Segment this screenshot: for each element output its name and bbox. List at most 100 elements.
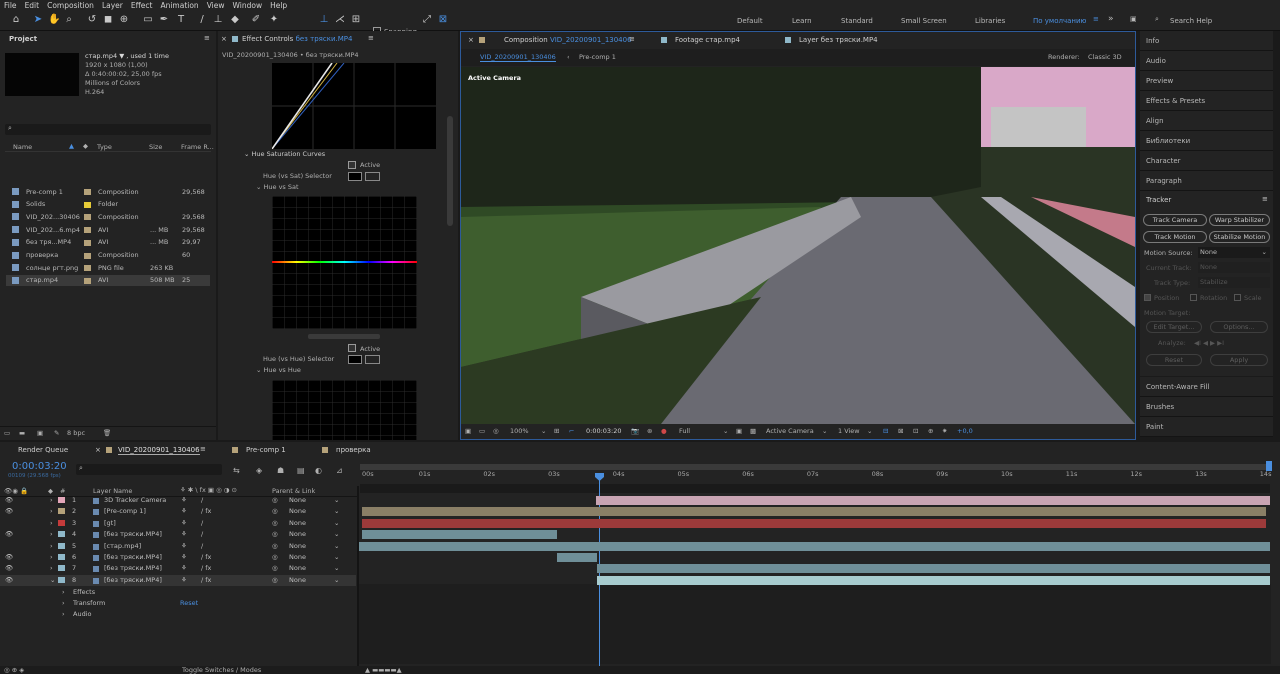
shy-switch-icon[interactable]: ⚘ [181,553,187,561]
bottom-panel-1[interactable]: Brushes [1140,397,1273,417]
rectangle-tool-icon[interactable]: ▭ [142,14,154,26]
fx-switch-icon[interactable]: / fx [201,553,211,561]
transparency-icon[interactable]: ▩ [750,427,756,435]
mask-icon[interactable]: ⌐ [569,427,574,435]
parent-select[interactable]: None [289,507,306,515]
parent-select[interactable]: None [289,576,306,584]
expand-arrow-icon[interactable]: › [50,507,53,515]
pickwhip-icon[interactable]: ◎ [272,530,278,538]
parent-select[interactable]: None [289,519,306,527]
tracker-menu-icon[interactable]: ≡ [1262,195,1268,203]
project-settings-icon[interactable]: ✎ [54,429,59,437]
layer-duration-bar[interactable] [596,496,1270,505]
hue-vs-hue-graph[interactable] [272,380,417,440]
timeline-nav[interactable] [360,484,1270,493]
selection-tool-icon[interactable]: ➤ [32,14,44,26]
shy-switch-icon[interactable]: ⚘ [181,530,187,538]
fx-switch-icon[interactable]: / fx [201,507,211,515]
zoom-out-icon[interactable]: ▲ ▬▬▬▬▲ [365,666,402,674]
label-swatch[interactable] [58,531,65,538]
fx-switch-icon[interactable]: / [201,530,203,538]
layer-duration-bar[interactable] [359,541,1270,551]
project-menu-icon[interactable]: ≡ [204,34,210,42]
show-snapshot-icon[interactable]: ⊛ [647,427,652,435]
layer-duration-bar[interactable] [597,575,1270,585]
panel-3[interactable]: Effects & Presets [1140,91,1273,111]
eraser-tool-icon[interactable]: ◆ [229,14,241,26]
view-axis-icon[interactable]: ⊞ [350,14,362,26]
eyedropper-icon[interactable] [365,172,380,181]
bottom-panel-2[interactable]: Paint [1140,417,1273,437]
tracker-title[interactable]: Tracker [1146,196,1171,204]
layer-name[interactable]: 3D Tracker Camera [104,496,166,504]
home-icon[interactable]: ⌂ [10,14,22,26]
workspace-learn[interactable]: Learn [792,17,812,25]
layer-name[interactable]: [без тряски.MP4] [104,530,162,538]
project-item[interactable]: без тря...MP4 AVI ... MB 29,97 [6,237,210,248]
layer-tab[interactable]: Layer без тряски.MP4 [799,36,878,44]
col-name[interactable]: Name [13,143,32,151]
camera-tool-icon[interactable]: ◼ [102,14,114,26]
layer-duration-bar[interactable] [362,507,1266,517]
project-item[interactable]: VID_202...6.mp4 AVI ... MB 29,568 [6,224,210,235]
renderer-value[interactable]: Classic 3D [1088,53,1122,61]
track-camera-button[interactable]: Track Camera [1143,214,1207,226]
vr-icon[interactable]: ◎ [493,427,499,435]
pan-behind-tool-icon[interactable]: ⊕ [118,14,130,26]
expand-arrow-icon[interactable]: › [50,542,53,550]
pickwhip-icon[interactable]: ◎ [272,519,278,527]
current-track-select[interactable]: None [1198,262,1270,273]
label-swatch[interactable] [58,565,65,572]
comp-crumb-1[interactable]: VID_20200901_130406 [480,53,556,62]
project-tab[interactable]: Project [9,35,37,43]
workspace-libraries[interactable]: Libraries [975,17,1005,25]
layer-name[interactable]: [Pre-comp 1] [104,507,146,515]
menu-layer[interactable]: Layer [102,1,123,10]
expand-arrow-icon[interactable]: ⌄ [50,576,55,584]
hue-scrollbar[interactable] [308,334,380,339]
reset-exposure-icon[interactable]: ✷ [942,427,947,435]
panel-0[interactable]: Info [1140,31,1273,51]
color-channel-icon[interactable]: ● [661,427,667,435]
label-swatch[interactable] [58,519,65,526]
grid-icon[interactable]: ⊞ [554,427,559,435]
fx-switch-icon[interactable]: / [201,496,203,504]
tab-render-queue[interactable]: Render Queue [18,446,68,454]
expand-arrow-icon[interactable]: › [50,496,53,504]
trash-icon[interactable]: 🗑 [103,429,111,437]
hue-vs-sat-toggle[interactable]: ⌄ Hue vs Sat [256,183,299,191]
pickwhip-icon[interactable]: ◎ [272,564,278,572]
workspace-small-screen[interactable]: Small Screen [901,17,947,25]
reset-button[interactable]: Reset [1146,354,1202,366]
menu-help[interactable]: Help [270,1,287,10]
shy-switch-icon[interactable]: ⚘ [181,564,187,572]
menu-effect[interactable]: Effect [131,1,153,10]
shy-switch-icon[interactable]: ⚘ [181,507,187,515]
ec-menu-icon[interactable]: ≡ [368,34,374,42]
search-help-input[interactable]: Search Help [1170,17,1212,25]
layer-name-header[interactable]: Layer Name [93,487,132,495]
visibility-eye-icon[interactable]: 👁 [5,530,13,538]
hue-sat-curves-header[interactable]: ⌄ Hue Saturation Curves [244,150,325,158]
pickwhip-icon[interactable]: ◎ [272,553,278,561]
motion-blur-icon[interactable]: ◐ [315,466,322,475]
apply-button[interactable]: Apply [1210,354,1268,366]
options-button[interactable]: Options... [1210,321,1268,333]
motion-source-select[interactable]: None ⌄ [1198,247,1270,258]
layer-duration-bar[interactable] [557,553,597,562]
col-size[interactable]: Size [149,143,162,151]
panel-7[interactable]: Paragraph [1140,171,1273,191]
always-preview-icon[interactable]: ▣ [465,427,471,435]
warp-stabilizer-button[interactable]: Warp Stabilizer [1209,214,1270,226]
comp-crumb-2[interactable]: Pre-comp 1 [579,53,616,61]
interpret-footage-icon[interactable]: ▭ [4,429,10,437]
analyze-back-icon[interactable]: ◀I ◀ ▶ ▶I [1194,339,1224,347]
eyedropper-icon[interactable] [365,355,380,364]
current-timecode[interactable]: 0:00:03:20 [12,461,67,472]
bpc-label[interactable]: 8 bpc [67,429,85,437]
comp-menu-icon[interactable]: ≡ [629,35,635,43]
hue-sat-color-swatch[interactable] [348,172,362,181]
panel-2[interactable]: Preview [1140,71,1273,91]
timeline-menu-icon[interactable]: ≡ [200,445,206,453]
toggle-switches-modes[interactable]: Toggle Switches / Modes [182,666,261,674]
